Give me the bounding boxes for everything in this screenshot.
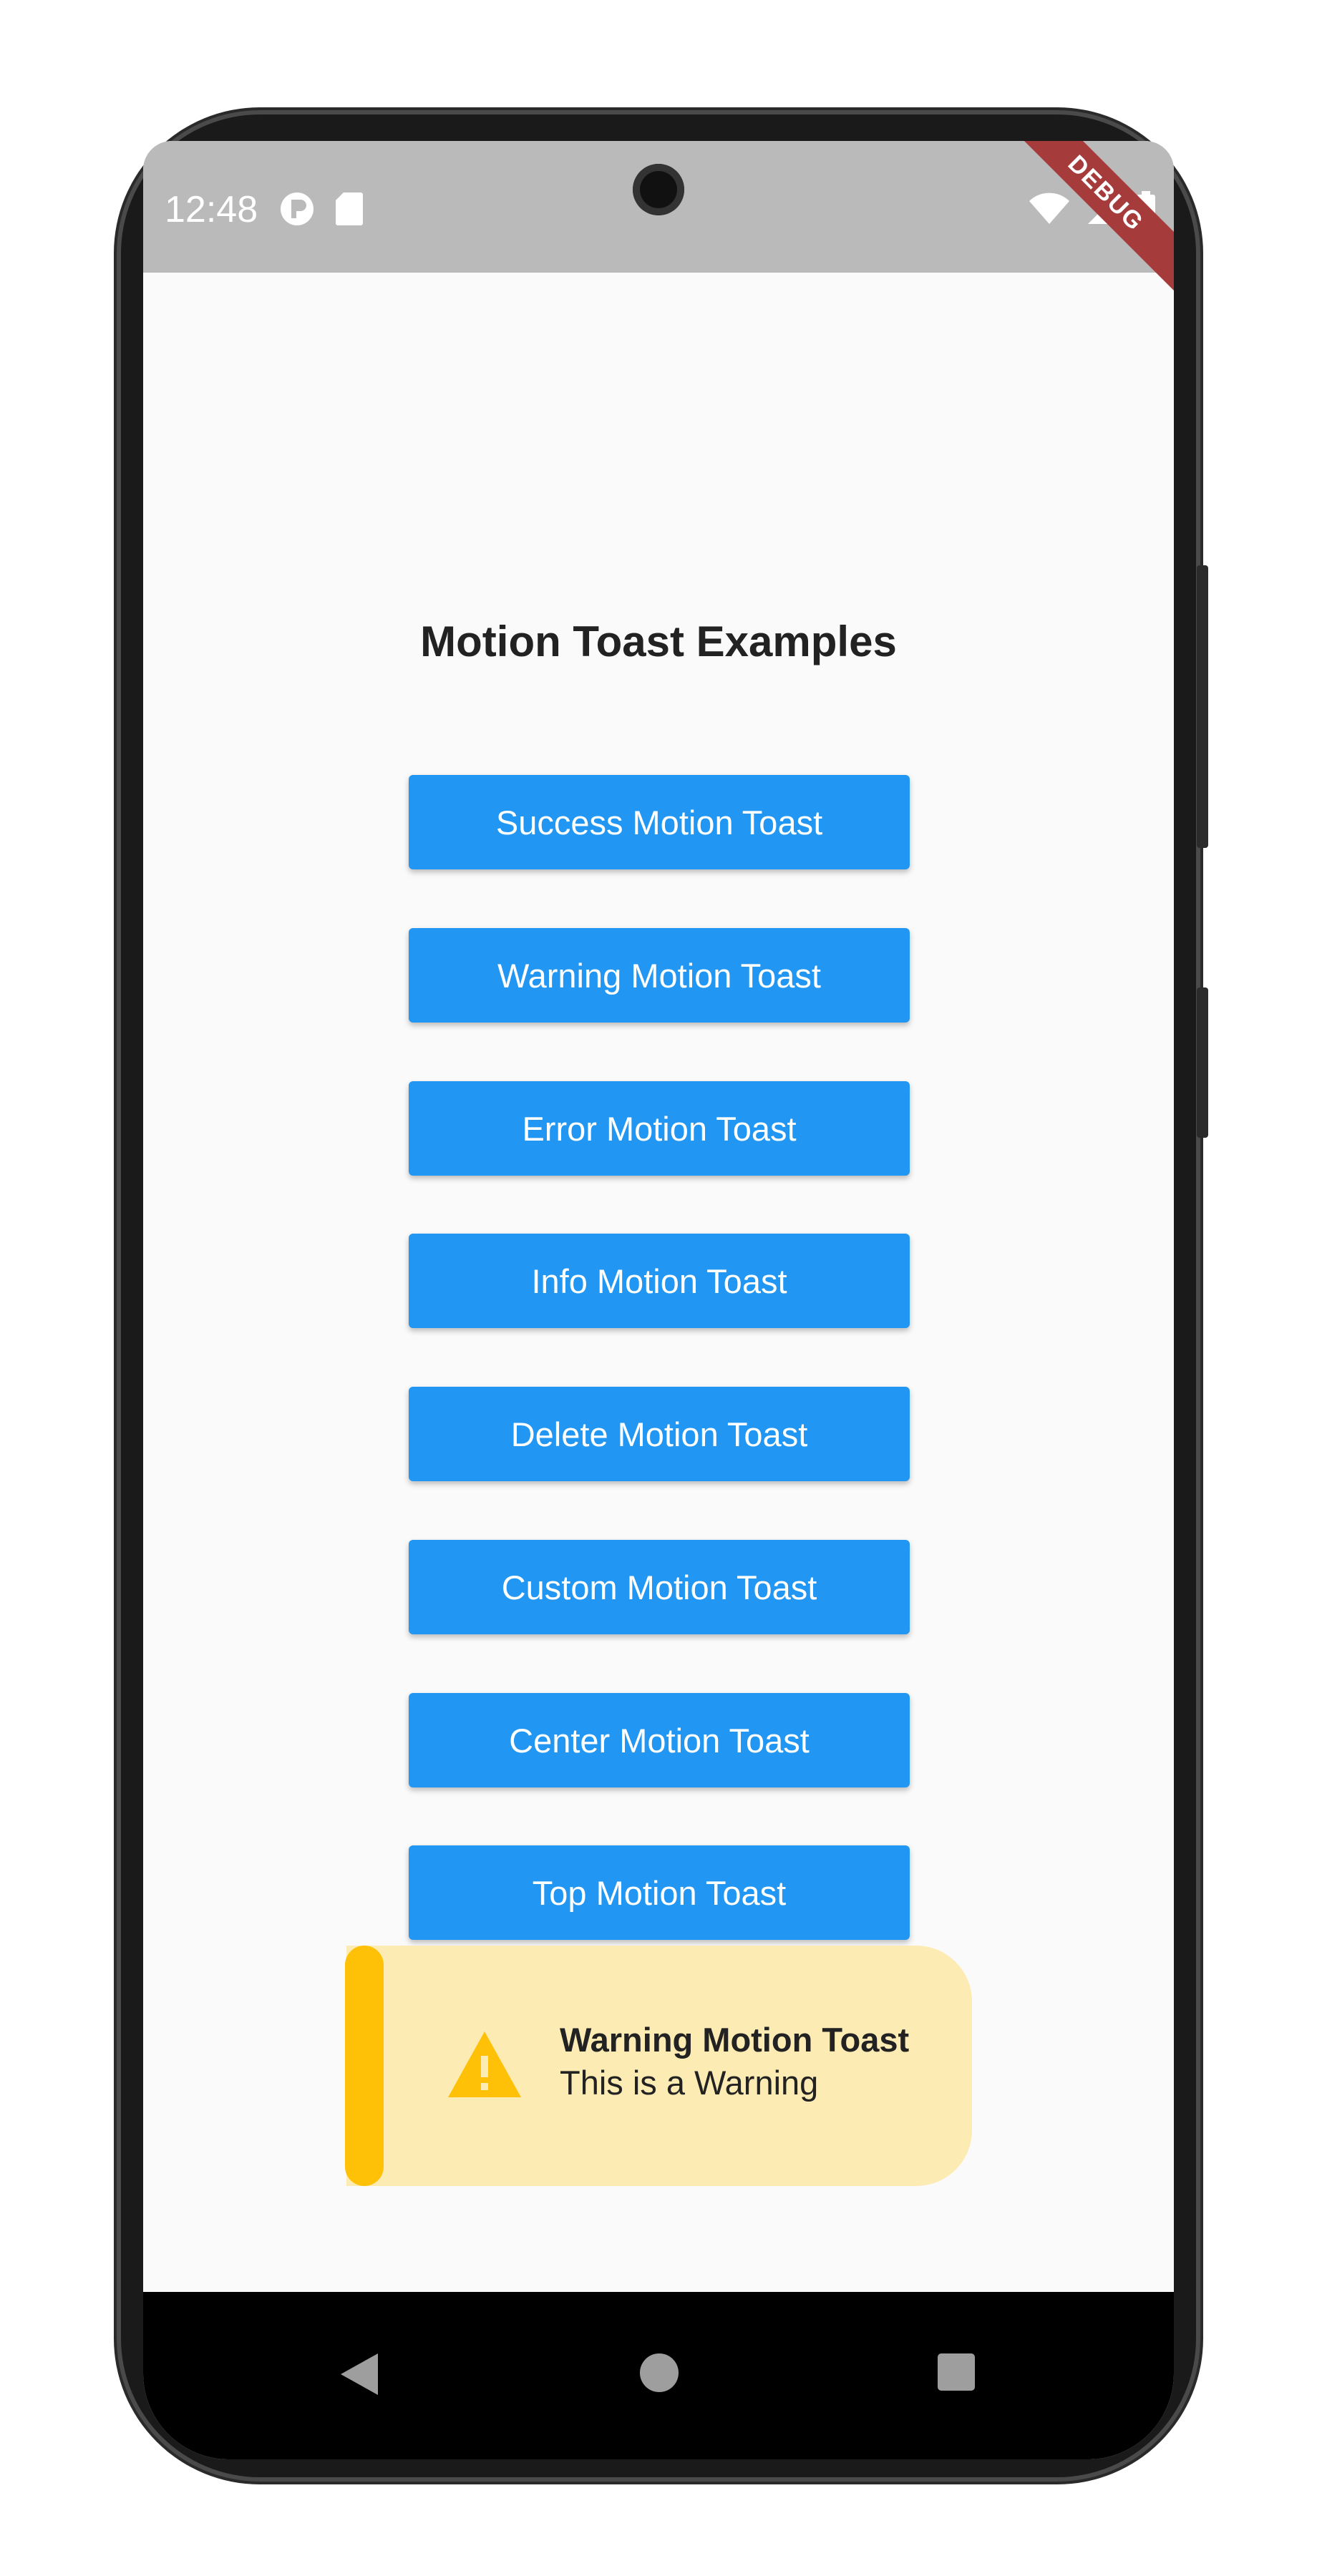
top-toast-button[interactable]: Top Motion Toast [409,1845,910,1940]
front-camera [633,164,684,215]
status-bar: 12:48 DEBUG [143,141,1174,292]
custom-toast-button[interactable]: Custom Motion Toast [409,1540,910,1634]
back-icon[interactable] [338,2352,379,2400]
toast-title: Warning Motion Toast [560,2021,910,2059]
toast-message: This is a Warning [560,2064,819,2102]
delete-toast-button[interactable]: Delete Motion Toast [409,1387,910,1481]
volume-button [1197,987,1208,1138]
error-toast-button[interactable]: Error Motion Toast [409,1081,910,1176]
power-button [1197,565,1208,848]
warning-icon [447,2030,523,2102]
center-toast-button[interactable]: Center Motion Toast [409,1693,910,1787]
info-toast-button[interactable]: Info Motion Toast [409,1234,910,1328]
warning-toast: Warning Motion Toast This is a Warning [345,1946,972,2186]
app-notification-icon [279,191,315,230]
success-toast-button[interactable]: Success Motion Toast [409,775,910,869]
home-icon[interactable] [638,2352,680,2397]
page-title: Motion Toast Examples [420,618,897,665]
status-time: 12:48 [165,189,258,230]
toast-accent-bar [345,1946,384,2186]
app-screen: 12:48 DEBUG Motion Toast Examples Succes… [143,141,1174,2459]
wifi-icon [1028,191,1071,230]
sd-card-icon [335,191,364,230]
navigation-bar [143,2292,1174,2459]
warning-toast-button[interactable]: Warning Motion Toast [409,928,910,1023]
recents-icon[interactable] [936,2352,976,2396]
